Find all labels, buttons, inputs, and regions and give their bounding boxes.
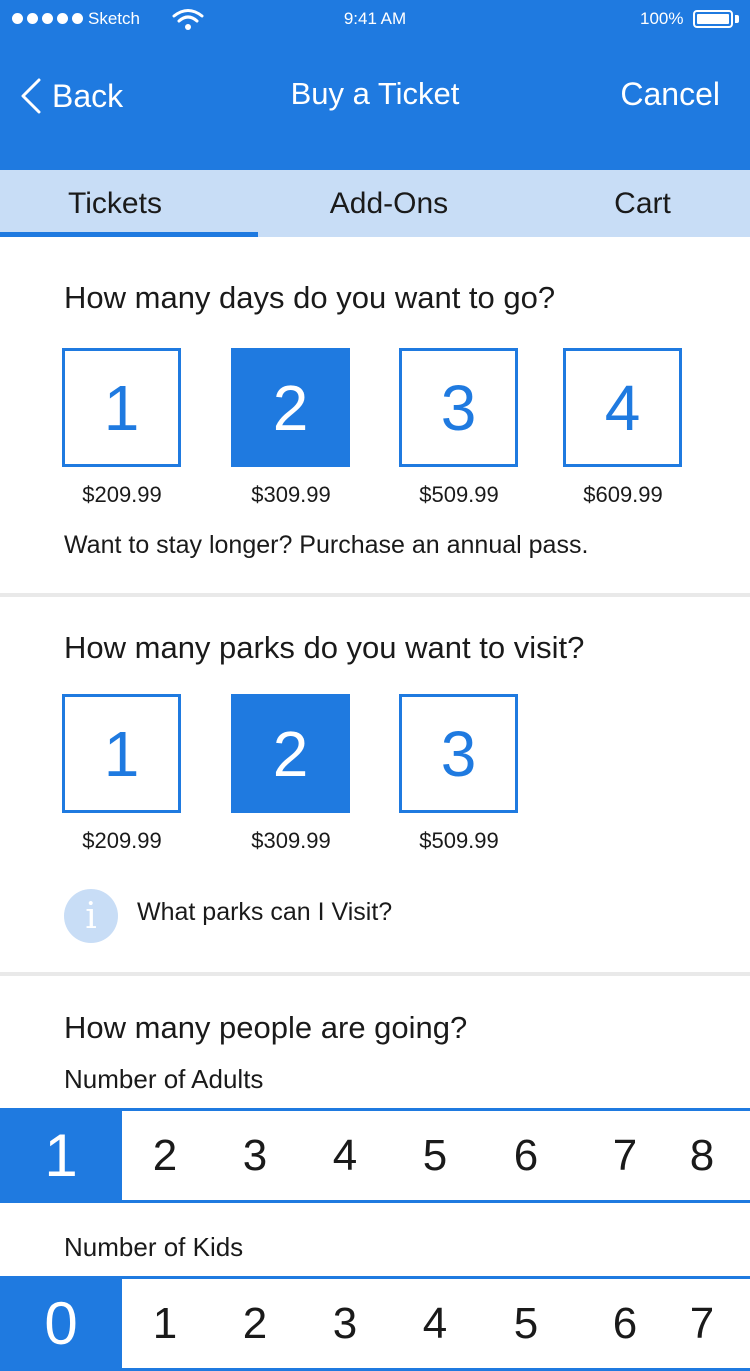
- adults-picker[interactable]: 1 2 3 4 5 6 7 8: [0, 1108, 750, 1203]
- nav-bar: Back Buy a Ticket Cancel: [0, 40, 750, 170]
- days-option-1[interactable]: 1: [62, 348, 181, 467]
- people-question: How many people are going?: [64, 1010, 468, 1045]
- parks-price-1: $209.99: [82, 828, 162, 853]
- tab-bar: Tickets Add-Ons Cart: [0, 170, 750, 237]
- adults-label: Number of Adults: [64, 1064, 264, 1094]
- parks-price-2: $309.99: [251, 828, 331, 853]
- adults-option-1[interactable]: 1: [0, 1111, 122, 1200]
- adults-option-6[interactable]: 6: [496, 1111, 556, 1200]
- kids-picker[interactable]: 0 1 2 3 4 5 6 7: [0, 1276, 750, 1371]
- kids-option-2[interactable]: 2: [225, 1279, 285, 1368]
- section-divider: [0, 972, 750, 976]
- cancel-button[interactable]: Cancel: [620, 76, 720, 113]
- adults-option-3[interactable]: 3: [225, 1111, 285, 1200]
- kids-option-0[interactable]: 0: [0, 1279, 122, 1368]
- parks-option-2[interactable]: 2: [231, 694, 350, 813]
- parks-question: How many parks do you want to visit?: [64, 630, 585, 665]
- kids-option-1[interactable]: 1: [135, 1279, 195, 1368]
- kids-option-3[interactable]: 3: [315, 1279, 375, 1368]
- annual-pass-note: Want to stay longer? Purchase an annual …: [64, 531, 589, 559]
- days-question: How many days do you want to go?: [64, 280, 556, 315]
- days-option-4[interactable]: 4: [563, 348, 682, 467]
- battery-tip: [735, 15, 739, 23]
- days-price-3: $509.99: [419, 482, 499, 507]
- parks-price-3: $509.99: [419, 828, 499, 853]
- days-price-1: $209.99: [82, 482, 162, 507]
- kids-option-7[interactable]: 7: [672, 1279, 732, 1368]
- tab-cart[interactable]: Cart: [545, 170, 740, 237]
- adults-option-8[interactable]: 8: [672, 1111, 732, 1200]
- adults-option-4[interactable]: 4: [315, 1111, 375, 1200]
- info-icon[interactable]: i: [64, 889, 118, 943]
- status-time: 9:41 AM: [343, 9, 407, 28]
- days-option-3[interactable]: 3: [399, 348, 518, 467]
- days-price-2: $309.99: [251, 482, 331, 507]
- adults-option-7[interactable]: 7: [595, 1111, 655, 1200]
- adults-option-2[interactable]: 2: [135, 1111, 195, 1200]
- kids-label: Number of Kids: [64, 1232, 244, 1262]
- days-price-4: $609.99: [583, 482, 663, 507]
- kids-option-5[interactable]: 5: [496, 1279, 556, 1368]
- parks-info-link[interactable]: What parks can I Visit?: [137, 898, 392, 927]
- tab-tickets[interactable]: Tickets: [0, 170, 230, 237]
- status-bar: Sketch 9:41 AM 100%: [0, 0, 750, 40]
- parks-option-1[interactable]: 1: [62, 694, 181, 813]
- adults-option-5[interactable]: 5: [405, 1111, 465, 1200]
- battery-icon: [693, 10, 733, 28]
- battery-percent: 100%: [640, 9, 684, 28]
- kids-option-4[interactable]: 4: [405, 1279, 465, 1368]
- parks-option-3[interactable]: 3: [399, 694, 518, 813]
- days-option-2[interactable]: 2: [231, 348, 350, 467]
- tab-add-ons[interactable]: Add-Ons: [258, 170, 520, 237]
- kids-option-6[interactable]: 6: [595, 1279, 655, 1368]
- active-tab-indicator: [0, 232, 258, 237]
- section-divider: [0, 593, 750, 597]
